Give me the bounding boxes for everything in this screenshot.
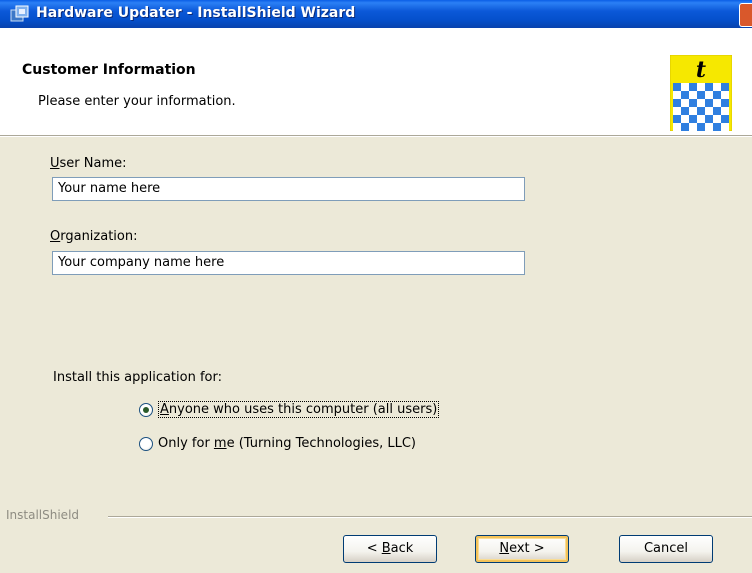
logo-checker-cell xyxy=(713,99,721,107)
installer-icon xyxy=(10,5,29,22)
logo-checker-cell xyxy=(697,107,705,115)
title-bar[interactable]: Hardware Updater - InstallShield Wizard xyxy=(0,0,752,28)
radio-only-me-label: Only for me (Turning Technologies, LLC) xyxy=(158,436,416,451)
logo-checker-cell xyxy=(713,123,721,131)
logo-checker-cell xyxy=(673,83,681,91)
radio-only-me-text: e (Turning Technologies, LLC) xyxy=(226,436,417,451)
logo-checker-cell xyxy=(713,91,721,99)
footer-divider-highlight xyxy=(108,517,752,518)
logo-checker-cell xyxy=(705,123,713,131)
next-button-accel: N xyxy=(499,541,510,556)
logo-checker-cell xyxy=(721,83,729,91)
logo-checker-cell xyxy=(697,91,705,99)
logo-letter: t xyxy=(696,57,706,83)
logo-checker-cell xyxy=(705,107,713,115)
radio-only-me-accel: m xyxy=(213,436,227,451)
window-title: Hardware Updater - InstallShield Wizard xyxy=(36,5,356,21)
install-for-label: Install this application for: xyxy=(53,370,222,385)
logo-checker-cell xyxy=(689,83,697,91)
logo-checker-cell xyxy=(681,107,689,115)
logo-checker-cell xyxy=(705,99,713,107)
page-title: Customer Information xyxy=(22,62,196,78)
back-button-prefix: < xyxy=(366,541,382,556)
logo-checker-cell xyxy=(689,91,697,99)
logo-checker-cell xyxy=(697,99,705,107)
logo-checker-cell xyxy=(721,123,729,131)
radio-button-all-users[interactable] xyxy=(139,403,153,417)
logo-checker-cell xyxy=(689,99,697,107)
logo-checker-cell xyxy=(673,99,681,107)
installshield-brand: InstallShield xyxy=(6,508,80,522)
installshield-wizard-window: Hardware Updater - InstallShield Wizard … xyxy=(0,0,752,573)
logo-checker-cell xyxy=(673,107,681,115)
radio-all-users-accel: A xyxy=(160,402,169,417)
radio-focus-box: Anyone who uses this computer (all users… xyxy=(158,401,440,418)
organization-label-text: rganization: xyxy=(60,229,138,244)
logo-checker-cell xyxy=(721,91,729,99)
logo-checker-cell xyxy=(689,123,697,131)
logo-checker-cell xyxy=(673,115,681,123)
logo-checker-cell xyxy=(697,83,705,91)
radio-all-users[interactable]: Anyone who uses this computer (all users… xyxy=(139,401,479,421)
next-button[interactable]: Next > xyxy=(475,535,569,563)
organization-input[interactable]: Your company name here xyxy=(52,251,525,275)
radio-only-me-prefix: Only for xyxy=(158,436,214,451)
logo-checker-cell xyxy=(673,123,681,131)
turning-technologies-logo: t xyxy=(670,55,732,131)
logo-checker-cell xyxy=(673,91,681,99)
user-name-input[interactable]: Your name here xyxy=(52,177,525,201)
user-name-label: User Name: xyxy=(50,156,127,171)
logo-checker-cell xyxy=(697,115,705,123)
logo-checker-cell xyxy=(681,99,689,107)
logo-checker-cell xyxy=(713,115,721,123)
radio-button-only-me[interactable] xyxy=(139,437,153,451)
logo-checker-cell xyxy=(689,107,697,115)
radio-all-users-text: nyone who uses this computer (all users) xyxy=(168,402,438,417)
cancel-button[interactable]: Cancel xyxy=(619,535,713,563)
logo-checker-cell xyxy=(713,107,721,115)
logo-checker-cell xyxy=(689,115,697,123)
page-subtitle: Please enter your information. xyxy=(38,94,236,109)
logo-checker-cell xyxy=(681,83,689,91)
logo-checker-cell xyxy=(681,115,689,123)
close-icon[interactable] xyxy=(739,3,752,27)
logo-checker-cell xyxy=(681,123,689,131)
header-banner: Customer Information Please enter your i… xyxy=(0,28,752,135)
logo-checker-cell xyxy=(721,107,729,115)
logo-checker-cell xyxy=(697,123,705,131)
logo-checker-cell xyxy=(721,115,729,123)
logo-checker-cell xyxy=(705,91,713,99)
user-name-label-text: ser Name: xyxy=(59,156,127,171)
header-divider-highlight xyxy=(0,136,752,137)
radio-all-users-label: Anyone who uses this computer (all users… xyxy=(158,401,440,418)
organization-label-accel: O xyxy=(50,229,61,244)
back-button-text: ack xyxy=(390,541,414,556)
radio-selected-dot xyxy=(143,407,149,413)
next-button-text: ext > xyxy=(509,541,545,556)
logo-checker-cell xyxy=(705,83,713,91)
logo-checker-cell xyxy=(681,91,689,99)
organization-label: Organization: xyxy=(50,229,138,244)
logo-checker-cell xyxy=(713,83,721,91)
logo-checker-cell xyxy=(721,99,729,107)
radio-only-me[interactable]: Only for me (Turning Technologies, LLC) xyxy=(139,435,479,455)
back-button[interactable]: < Back xyxy=(343,535,437,563)
user-name-label-accel: U xyxy=(50,156,60,171)
back-button-accel: B xyxy=(381,541,391,556)
logo-checker-cell xyxy=(705,115,713,123)
